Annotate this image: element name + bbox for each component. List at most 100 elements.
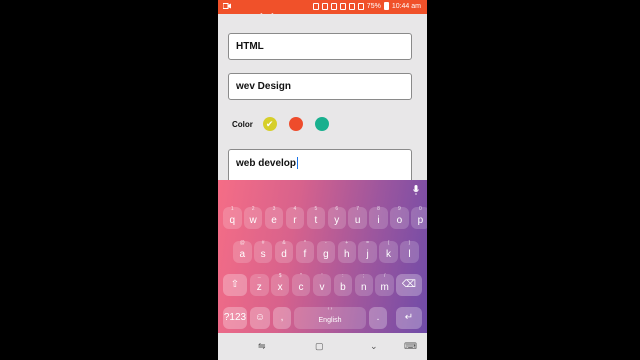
comma-key[interactable]: , — [273, 307, 291, 329]
key-r[interactable]: 4r — [285, 206, 305, 229]
key-l[interactable]: ) l — [400, 240, 419, 263]
notification-icon — [321, 2, 328, 10]
key-p[interactable]: 0p — [411, 206, 427, 229]
backspace-key-label: ⌫ — [401, 279, 417, 290]
key-a-label: a — [239, 249, 246, 260]
key-o[interactable]: 9o — [390, 206, 409, 229]
key-e-hint: 3 — [272, 206, 276, 212]
key-t-hint: 5 — [314, 206, 318, 212]
key-v[interactable]: ' v — [312, 273, 332, 296]
key-t-label: t — [314, 215, 318, 226]
microphone-icon[interactable] — [413, 185, 419, 195]
battery-icon — [383, 2, 389, 10]
battery-percent: 75% — [366, 2, 381, 10]
key-e[interactable]: 3e — [264, 206, 284, 229]
keyboard-hide-icon[interactable]: ⌨ — [404, 341, 417, 352]
key-b-hint: : — [342, 273, 344, 279]
text-field-2-value: wev Design — [236, 81, 292, 92]
key-n[interactable]: ; n — [354, 273, 373, 296]
key-s[interactable]: # s — [253, 240, 273, 263]
key-m-label: m — [380, 282, 389, 293]
key-q[interactable]: 1q — [223, 206, 242, 229]
key-u-hint: 7 — [356, 206, 360, 212]
symbols-key[interactable]: ?123 — [223, 307, 247, 329]
recent-apps-icon[interactable]: ⇋ — [258, 341, 266, 352]
screen-record-icon — [223, 3, 231, 9]
symbols-key-label: ?123 — [223, 312, 247, 323]
backspace-key[interactable]: ⌫ — [396, 274, 422, 296]
key-r-hint: 4 — [293, 206, 297, 212]
key-y[interactable]: 6y — [327, 206, 346, 229]
key-l-label: l — [408, 249, 411, 260]
key-x[interactable]: $ x — [270, 273, 290, 296]
key-d[interactable]: & d — [274, 240, 294, 263]
check-icon: ✔ — [265, 119, 274, 129]
wifi-icon — [348, 2, 355, 10]
key-w-label: w — [249, 215, 257, 226]
key-w[interactable]: 2w — [243, 206, 263, 229]
key-y-hint: 6 — [335, 206, 339, 212]
emoji-key[interactable]: ☺ — [250, 307, 270, 329]
shift-key[interactable]: ⇧ — [223, 274, 247, 296]
soft-keyboard: 1 q 2 w 3 e 4 r 5 t 6 y 7 u 8 i 9 o 0 p @ a # s & d * f - g + h = j(k) l ⇧ _… — [218, 180, 427, 333]
clock: 10:44 am — [391, 2, 421, 10]
period-key[interactable]: . — [369, 307, 387, 329]
alarm-icon — [330, 2, 337, 10]
text-field-2[interactable]: wev Design — [228, 73, 412, 100]
enter-key-label: ↵ — [404, 312, 414, 323]
key-k-label: k — [386, 249, 392, 260]
key-v-label: v — [319, 282, 325, 293]
key-m[interactable]: / m — [375, 273, 394, 296]
key-g[interactable]: -g — [316, 240, 336, 263]
key-t[interactable]: 5t — [306, 206, 326, 229]
key-u[interactable]: 7u — [348, 206, 367, 229]
key-i[interactable]: 8i — [369, 206, 388, 229]
period-key-label: . — [376, 312, 380, 323]
key-j[interactable]: = j — [358, 240, 377, 263]
color-swatch-green[interactable] — [314, 117, 329, 131]
key-d-hint: & — [282, 240, 286, 246]
home-icon[interactable]: ▢ — [315, 341, 324, 352]
key-q-hint: 1 — [230, 206, 234, 212]
back-icon[interactable]: ⌄ — [370, 341, 378, 352]
mute-icon — [339, 2, 346, 10]
key-c-hint: " — [300, 273, 302, 279]
space-key-hint: ‹ › — [327, 306, 333, 312]
form-area: HTML wev Design Color ✔ web develop — [218, 14, 427, 180]
key-h-hint: + — [345, 240, 349, 246]
space-key[interactable]: ‹ › English — [294, 306, 366, 329]
key-z[interactable]: _ z — [250, 273, 269, 296]
text-field-1-value: HTML — [236, 41, 264, 52]
key-w-hint: 2 — [251, 206, 255, 212]
key-y-label: y — [334, 215, 340, 226]
key-c-label: c — [298, 282, 304, 293]
text-field-3-value: web develop — [236, 158, 297, 169]
key-f-label: f — [303, 249, 307, 260]
key-z-label: z — [256, 282, 262, 293]
shift-key-label: ⇧ — [230, 279, 240, 290]
enter-key[interactable]: ↵ — [396, 307, 422, 329]
color-swatch-yellow[interactable]: ✔ — [262, 117, 277, 131]
key-f[interactable]: * f — [295, 240, 315, 263]
key-i-hint: 8 — [377, 206, 380, 212]
key-a[interactable]: @ a — [233, 240, 252, 263]
color-picker: Color ✔ — [232, 117, 341, 131]
key-k[interactable]: (k — [379, 240, 398, 263]
status-bar: • • 75% 10:44 am — [218, 0, 427, 19]
key-h[interactable]: + h — [337, 240, 356, 263]
key-c[interactable]: " c — [291, 273, 311, 296]
comma-key-label: , — [280, 312, 284, 323]
key-b[interactable]: :b — [333, 273, 353, 296]
text-field-3[interactable]: web develop — [228, 149, 412, 180]
key-h-label: h — [343, 249, 350, 260]
text-field-1[interactable]: HTML — [228, 33, 412, 60]
key-l-hint: ) — [408, 240, 411, 246]
key-i-label: i — [377, 215, 380, 226]
color-label: Color — [232, 119, 253, 129]
key-p-hint: 0 — [418, 206, 422, 212]
color-swatch-red[interactable] — [288, 117, 303, 131]
key-x-label: x — [277, 282, 283, 293]
key-j-hint: = — [366, 240, 370, 246]
key-g-hint: - — [325, 240, 327, 246]
key-m-hint: / — [383, 273, 386, 279]
